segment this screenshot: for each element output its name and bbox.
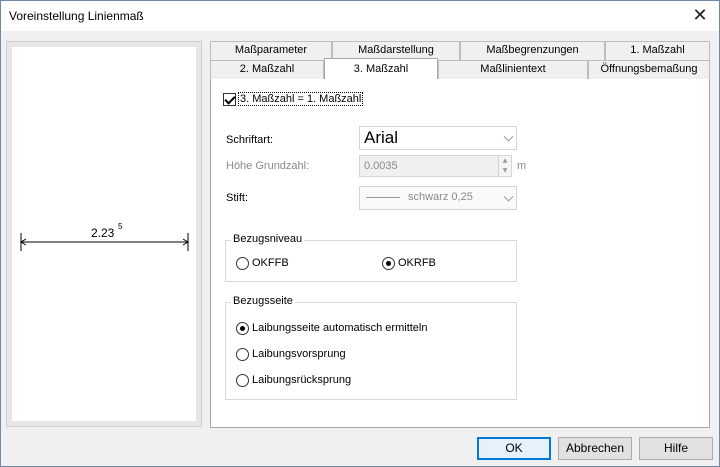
tab-masslinientext[interactable]: Maßlinientext: [438, 60, 588, 79]
tab-2-masszahl[interactable]: 2. Maßzahl: [210, 60, 324, 79]
font-combobox[interactable]: Arial: [359, 126, 517, 150]
chevron-down-icon: [503, 191, 514, 202]
radio-laibungsseite-auto[interactable]: [236, 322, 249, 335]
tab-panel: 3. Maßzahl = 1. Maßzahl Schriftart: Aria…: [210, 77, 710, 428]
help-button[interactable]: Hilfe: [639, 437, 713, 460]
dimension-preview: 2.23 5: [6, 41, 202, 427]
height-input[interactable]: 0.0035: [359, 155, 499, 177]
radio-okrfb[interactable]: [382, 257, 395, 270]
same-as-first-checkbox[interactable]: [223, 93, 236, 106]
tab-massparameter[interactable]: Maßparameter: [210, 41, 332, 60]
pen-label: Stift:: [226, 192, 249, 204]
radio-okrfb-label[interactable]: OKRFB: [398, 257, 436, 269]
pen-value: schwarz 0,25: [408, 191, 473, 203]
pen-line-sample: [366, 197, 400, 198]
font-label: Schriftart:: [226, 134, 274, 146]
spin-down-icon[interactable]: ▼: [499, 166, 511, 176]
window-title: Voreinstellung Linienmaß: [9, 9, 144, 23]
height-label: Höhe Grundzahl:: [226, 160, 310, 172]
bezugsseite-group: Bezugsseite Laibungsseite automatisch er…: [225, 295, 517, 400]
dialog-window: Voreinstellung Linienmaß ✕ 2.23 5 Maßpar…: [0, 0, 720, 467]
close-icon[interactable]: ✕: [689, 5, 711, 27]
bezugsseite-title: Bezugsseite: [231, 295, 295, 307]
height-spinner[interactable]: ▲ ▼: [498, 155, 512, 177]
ok-button[interactable]: OK: [477, 437, 551, 460]
checkbox-label[interactable]: 3. Maßzahl = 1. Maßzahl: [237, 92, 364, 106]
tab-3-masszahl[interactable]: 3. Maßzahl: [324, 58, 438, 79]
tab-1-masszahl[interactable]: 1. Maßzahl: [605, 41, 710, 60]
tab-oeffnungsbemassung[interactable]: Öffnungsbemaßung: [588, 60, 710, 79]
radio-laibungsvorsprung[interactable]: [236, 348, 249, 361]
title-bar: Voreinstellung Linienmaß ✕: [1, 1, 719, 31]
tab-massbegrenzungen[interactable]: Maßbegrenzungen: [460, 41, 605, 60]
radio-laibungsvorsprung-label[interactable]: Laibungsvorsprung: [252, 348, 346, 360]
tab-row-back: Maßparameter Maßdarstellung Maßbegrenzun…: [210, 41, 710, 60]
bezugsniveau-title: Bezugsniveau: [231, 233, 305, 245]
dimension-value: 2.23: [91, 226, 115, 240]
cancel-button[interactable]: Abbrechen: [558, 437, 632, 460]
radio-okffb[interactable]: [236, 257, 249, 270]
radio-laibungsseite-auto-label[interactable]: Laibungsseite automatisch ermitteln: [252, 322, 427, 334]
radio-okffb-label[interactable]: OKFFB: [252, 257, 289, 269]
dimension-superscript: 5: [118, 222, 123, 231]
font-value: Arial: [364, 128, 399, 147]
bezugsniveau-group: Bezugsniveau OKFFB OKRFB: [225, 233, 517, 282]
chevron-down-icon: [503, 131, 514, 142]
radio-laibungsruecksprung[interactable]: [236, 374, 249, 387]
pen-combobox[interactable]: schwarz 0,25: [359, 186, 517, 210]
height-unit: m: [517, 160, 527, 172]
spin-up-icon[interactable]: ▲: [499, 156, 511, 166]
tab-row-front: 2. Maßzahl 3. Maßzahl Maßlinientext Öffn…: [210, 58, 710, 79]
radio-laibungsruecksprung-label[interactable]: Laibungsrücksprung: [252, 374, 351, 386]
